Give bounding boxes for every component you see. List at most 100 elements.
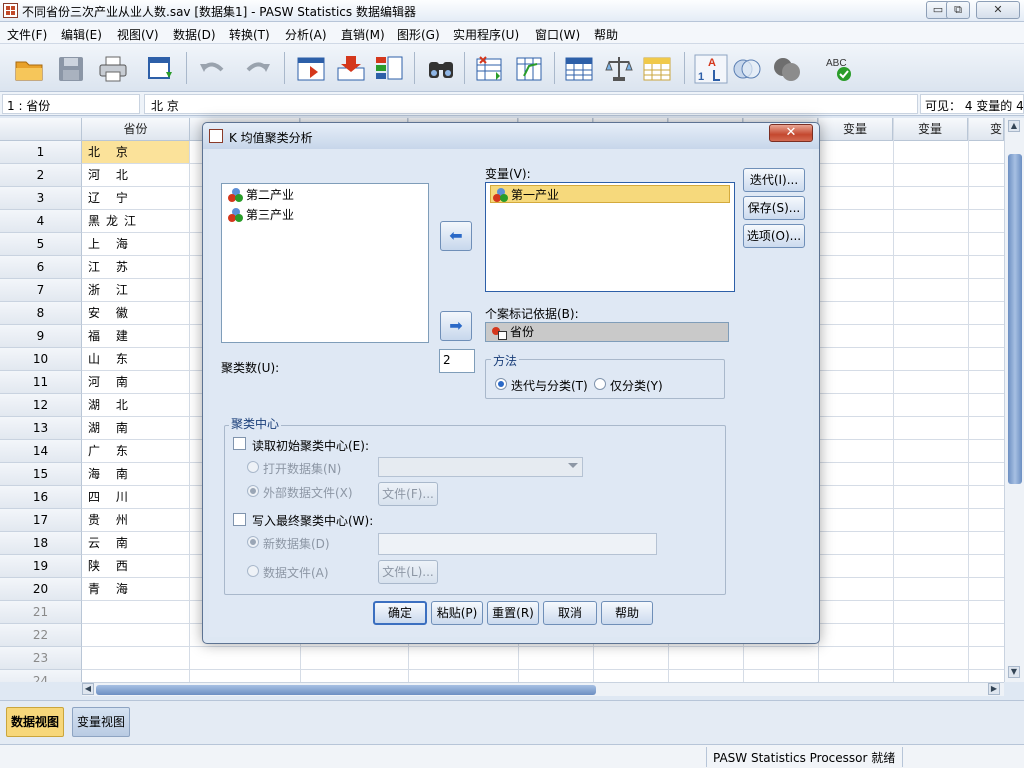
split-file-icon[interactable] xyxy=(564,54,594,84)
tab-data-view[interactable]: 数据视图 xyxy=(6,707,65,737)
list-item[interactable]: 第三产业 xyxy=(226,206,294,224)
spell-check-icon[interactable]: ABC xyxy=(824,54,854,84)
row-header[interactable]: 13 xyxy=(0,417,82,440)
row-header[interactable]: 16 xyxy=(0,486,82,509)
dialog-recall-icon[interactable] xyxy=(146,54,176,84)
dialog-title-bar[interactable]: K 均值聚类分析 ✕ xyxy=(203,123,819,149)
province-cell[interactable]: 湖 北 xyxy=(82,394,190,417)
source-variable-list[interactable]: 第二产业 第三产业 xyxy=(221,183,429,343)
menu-data[interactable]: 数据(D) xyxy=(173,26,216,43)
num-clusters-input[interactable]: 2 xyxy=(439,349,475,373)
save-button[interactable]: 保存(S)... xyxy=(743,196,805,220)
move-left-button[interactable]: ⬅ xyxy=(440,221,472,251)
list-item[interactable]: 省份 xyxy=(490,323,534,341)
paste-button[interactable]: 粘贴(P) xyxy=(431,601,483,625)
classify-only-label[interactable]: 仅分类(Y) xyxy=(610,377,663,394)
province-cell[interactable]: 福 建 xyxy=(82,325,190,348)
find-icon[interactable] xyxy=(426,54,456,84)
goto-variable-icon[interactable] xyxy=(336,54,366,84)
select-cases-icon[interactable] xyxy=(642,54,672,84)
horizontal-scroll-thumb[interactable] xyxy=(96,685,596,695)
options-button[interactable]: 选项(O)... xyxy=(743,224,805,248)
row-header[interactable]: 22 xyxy=(0,624,82,647)
row-header[interactable]: 10 xyxy=(0,348,82,371)
list-item[interactable]: 第一产业 xyxy=(490,185,730,203)
province-cell[interactable]: 湖 南 xyxy=(82,417,190,440)
province-cell[interactable]: 辽 宁 xyxy=(82,187,190,210)
province-cell[interactable] xyxy=(82,670,190,682)
province-cell[interactable]: 陕 西 xyxy=(82,555,190,578)
row-header[interactable]: 19 xyxy=(0,555,82,578)
radio-data-file[interactable] xyxy=(247,565,259,577)
help-button[interactable]: 帮助 xyxy=(601,601,653,625)
save-icon[interactable] xyxy=(56,54,86,84)
reset-button[interactable]: 重置(R) xyxy=(487,601,539,625)
insert-case-icon[interactable] xyxy=(474,54,504,84)
row-header[interactable]: 6 xyxy=(0,256,82,279)
list-item[interactable]: 第二产业 xyxy=(226,186,294,204)
row-header[interactable]: 23 xyxy=(0,647,82,670)
radio-new-dataset[interactable] xyxy=(247,536,259,548)
show-all-variables-icon[interactable] xyxy=(772,54,802,84)
row-header[interactable]: 9 xyxy=(0,325,82,348)
write-final-checkbox[interactable] xyxy=(233,513,246,526)
move-right-button[interactable]: ➡ xyxy=(440,311,472,341)
row-header[interactable]: 15 xyxy=(0,463,82,486)
iterate-button[interactable]: 迭代(I)... xyxy=(743,168,805,192)
row-header[interactable]: 20 xyxy=(0,578,82,601)
province-cell[interactable]: 安 徽 xyxy=(82,302,190,325)
row-header[interactable]: 1 xyxy=(0,141,82,164)
province-cell[interactable] xyxy=(82,601,190,624)
column-header-province[interactable]: 省份 xyxy=(82,118,190,141)
province-cell[interactable]: 浙 江 xyxy=(82,279,190,302)
scroll-left-icon[interactable]: ◀ xyxy=(82,683,94,695)
row-header[interactable]: 18 xyxy=(0,532,82,555)
use-sets-icon[interactable] xyxy=(732,54,762,84)
province-cell[interactable]: 青 海 xyxy=(82,578,190,601)
province-cell[interactable]: 山 东 xyxy=(82,348,190,371)
write-final-label[interactable]: 写入最终聚类中心(W): xyxy=(252,512,373,529)
province-cell[interactable]: 北 京 xyxy=(82,141,190,164)
province-cell[interactable]: 河 南 xyxy=(82,371,190,394)
iterate-classify-label[interactable]: 迭代与分类(T) xyxy=(511,377,588,394)
menu-edit[interactable]: 编辑(E) xyxy=(61,26,102,43)
file-button-initial[interactable]: 文件(F)... xyxy=(378,482,438,506)
redo-icon[interactable] xyxy=(242,54,272,84)
scroll-down-icon[interactable]: ▼ xyxy=(1008,666,1020,678)
row-header[interactable]: 24 xyxy=(0,670,82,682)
vertical-scrollbar[interactable]: ▲ ▼ xyxy=(1004,118,1024,682)
undo-icon[interactable] xyxy=(198,54,228,84)
goto-case-icon[interactable] xyxy=(296,54,326,84)
province-cell[interactable]: 江 苏 xyxy=(82,256,190,279)
label-cases-field[interactable]: 省份 xyxy=(485,322,729,342)
tab-variable-view[interactable]: 变量视图 xyxy=(72,707,131,737)
read-initial-label[interactable]: 读取初始聚类中心(E): xyxy=(252,437,369,454)
window-close-button[interactable]: ✕ xyxy=(976,1,1020,19)
cancel-button[interactable]: 取消 xyxy=(543,601,597,625)
row-header[interactable]: 12 xyxy=(0,394,82,417)
row-header[interactable]: 4 xyxy=(0,210,82,233)
row-header[interactable]: 17 xyxy=(0,509,82,532)
scroll-right-icon[interactable]: ▶ xyxy=(988,683,1000,695)
province-cell[interactable]: 四 川 xyxy=(82,486,190,509)
column-header-var[interactable]: 变量 xyxy=(818,118,893,141)
scroll-up-icon[interactable]: ▲ xyxy=(1008,120,1020,132)
new-dataset-name-input[interactable] xyxy=(378,533,657,555)
menu-direct-marketing[interactable]: 直销(M) xyxy=(341,26,385,43)
province-cell[interactable]: 黑龙江 xyxy=(82,210,190,233)
value-labels-icon[interactable]: A1 xyxy=(694,54,728,84)
file-button-final[interactable]: 文件(L)... xyxy=(378,560,438,584)
province-cell[interactable] xyxy=(82,624,190,647)
corner-header[interactable] xyxy=(0,118,82,141)
menu-help[interactable]: 帮助 xyxy=(594,26,618,43)
row-header[interactable]: 7 xyxy=(0,279,82,302)
cell-value-editor[interactable]: 北 京 xyxy=(144,94,918,114)
row-header[interactable]: 14 xyxy=(0,440,82,463)
menu-analyze[interactable]: 分析(A) xyxy=(285,26,327,43)
restore-button[interactable]: ⧉ xyxy=(946,1,970,19)
province-cell[interactable]: 海 南 xyxy=(82,463,190,486)
dialog-close-button[interactable]: ✕ xyxy=(769,124,813,142)
column-header-var[interactable]: 变量 xyxy=(893,118,968,141)
radio-iterate-classify[interactable] xyxy=(495,378,507,390)
vertical-scroll-thumb[interactable] xyxy=(1008,154,1022,484)
